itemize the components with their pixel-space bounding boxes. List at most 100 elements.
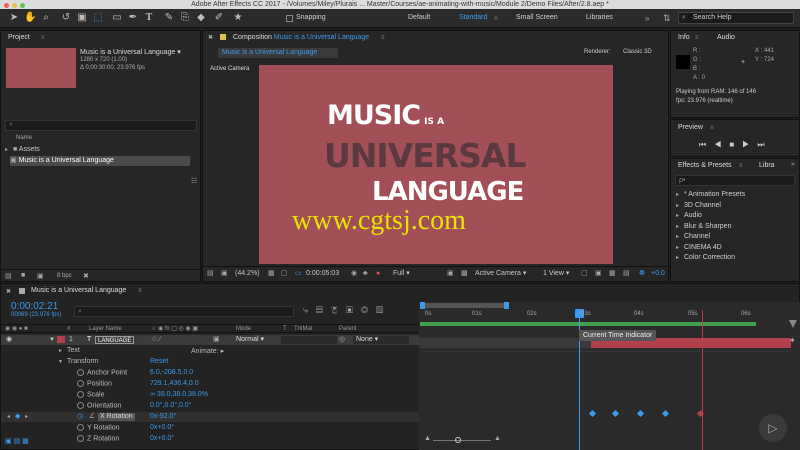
layer-duration-bar-before[interactable] xyxy=(419,338,591,348)
stop-icon[interactable]: ■ xyxy=(729,140,742,149)
effects-presets-tab[interactable]: Effects & Presets xyxy=(678,162,732,169)
layer-name[interactable]: LANGUAGE xyxy=(95,336,135,344)
stopwatch-icon[interactable] xyxy=(77,369,84,376)
column-name-header[interactable]: Name xyxy=(16,135,32,141)
more-workspaces-icon[interactable]: » xyxy=(645,14,649,23)
x-rotation-value[interactable]: 0x-92.0° xyxy=(150,413,176,420)
position-value[interactable]: 729.1,436.4,0.0 xyxy=(150,380,199,387)
new-folder-icon[interactable]: ■ xyxy=(21,272,25,279)
parent-select[interactable]: None ▾ xyxy=(353,336,409,344)
close-icon[interactable]: ✖ xyxy=(208,34,213,41)
keyframe-icon[interactable]: ◆ xyxy=(15,412,20,420)
libraries-tab[interactable]: Libra xyxy=(759,162,775,169)
comp-tab[interactable]: Music is a Universal Language xyxy=(218,48,338,58)
last-frame-icon[interactable]: ⏭ xyxy=(757,140,772,149)
scale-value[interactable]: ∞ 38.0,38.0,38.0% xyxy=(150,391,208,398)
frame-blending-icon[interactable]: ▣ xyxy=(346,305,361,315)
type-tool-icon[interactable]: T xyxy=(143,12,155,24)
brush-tool-icon[interactable]: ✎ xyxy=(163,12,175,24)
more-panels-icon[interactable]: » xyxy=(791,161,795,168)
motion-blur-icon[interactable]: ◎ xyxy=(361,305,376,315)
magnification-icon[interactable]: ▤ xyxy=(207,267,214,281)
zoom-slider[interactable]: ▲ ▲ xyxy=(419,435,749,447)
x-rotation-row[interactable]: ◂ ◆ ▸ ◷ ∠ X Rotation 0x-92.0° xyxy=(1,412,419,422)
y-rotation-value[interactable]: 0x+0.0° xyxy=(150,424,174,431)
stopwatch-icon[interactable] xyxy=(77,424,84,431)
interpret-footage-icon[interactable]: ▤ xyxy=(5,272,12,280)
snapshot-icon[interactable]: ◉ xyxy=(351,267,357,281)
workspace-standard[interactable]: Standard xyxy=(459,14,487,21)
parent-pickwhip-icon[interactable]: ◎ xyxy=(339,335,345,345)
anchor-point-value[interactable]: 6.0,-208.5,0.0 xyxy=(150,369,193,376)
always-preview-icon[interactable]: ▣ xyxy=(221,267,228,281)
hand-tool-icon[interactable]: ✋ xyxy=(24,12,36,24)
timing-toggle-icon[interactable]: ▦ xyxy=(22,438,29,445)
info-tab[interactable]: Info xyxy=(678,34,690,41)
grid-icon[interactable]: ▦ xyxy=(268,267,275,281)
preview-tab[interactable]: Preview xyxy=(678,124,703,131)
workspace-small-screen[interactable]: Small Screen xyxy=(516,14,558,21)
toggle-pixel-aspect-icon[interactable]: ▢ xyxy=(581,267,588,281)
mask-visibility-icon[interactable]: ▢ xyxy=(281,267,288,281)
expand-layer-icon[interactable]: ▼ xyxy=(49,335,55,345)
project-item-comp[interactable]: ▣ Music is a Universal Language xyxy=(10,156,190,166)
effect-color-correction[interactable]: ▸ Color Correction xyxy=(676,254,735,261)
camera-select[interactable]: Active Camera ▾ xyxy=(475,267,526,281)
navigator-start-handle[interactable] xyxy=(420,302,425,309)
transparency-grid-icon[interactable]: ▩ xyxy=(461,267,468,281)
workspace-libraries[interactable]: Libraries xyxy=(586,14,613,21)
zoom-in-icon[interactable]: ▲ xyxy=(494,435,501,442)
search-help-input[interactable]: ⌕ Search Help xyxy=(678,12,794,24)
camera-tool-icon[interactable]: ▣ xyxy=(76,12,88,24)
first-frame-icon[interactable]: ⏮ xyxy=(699,140,714,149)
trkmat-select[interactable] xyxy=(281,336,337,344)
transfer-controls-toggle-icon[interactable]: ▤ xyxy=(14,438,21,445)
shy-layers-icon[interactable]: ☃ xyxy=(331,305,346,315)
transform-reset[interactable]: Reset xyxy=(150,358,168,365)
play-overlay-icon[interactable]: ▷ xyxy=(759,414,787,442)
panel-menu-icon[interactable]: ≡ xyxy=(381,35,385,41)
render-icon[interactable]: ▦ xyxy=(609,267,616,281)
trash-icon[interactable]: ✖ xyxy=(83,272,89,280)
timeline-tab[interactable]: Music is a Universal Language xyxy=(31,287,126,294)
effect-blur-sharpen[interactable]: ▸ Blur & Sharpen xyxy=(676,223,731,230)
workspace-menu-icon[interactable]: ≡ xyxy=(494,16,498,22)
stopwatch-icon[interactable] xyxy=(77,402,84,409)
prev-keyframe-icon[interactable]: ◂ xyxy=(7,413,10,420)
zoom-out-icon[interactable]: ▲ xyxy=(424,435,431,442)
color-channel-icon[interactable]: ● xyxy=(376,267,380,281)
clone-stamp-tool-icon[interactable]: ⎘ xyxy=(179,12,191,24)
graph-editor-icon[interactable]: ▧ xyxy=(376,305,391,315)
effect-animation-presets[interactable]: ▸ * Animation Presets xyxy=(676,191,745,198)
new-comp-icon[interactable]: ▣ xyxy=(37,272,44,280)
project-tab[interactable]: Project xyxy=(8,34,30,41)
previous-frame-icon[interactable]: ◀ xyxy=(714,140,729,149)
reset-exposure-icon[interactable]: ▣ xyxy=(595,267,602,281)
pen-tool-icon[interactable]: ✒ xyxy=(127,12,139,24)
sync-icon[interactable]: ⇅ xyxy=(663,13,671,24)
orientation-value[interactable]: 0.0°,0.0°,0.0° xyxy=(150,402,191,409)
layer-row[interactable]: ◉ ▼ 1 T LANGUAGE ☆ ∕ ▣ Normal ▾ ◎ None ▾ xyxy=(1,335,419,345)
panel-menu-icon[interactable]: ≡ xyxy=(739,163,743,169)
effects-search-input[interactable]: ρ• xyxy=(675,175,795,186)
navigator-end-handle[interactable] xyxy=(504,302,509,309)
audio-tab[interactable]: Audio xyxy=(717,34,735,41)
visibility-icon[interactable]: ◉ xyxy=(6,335,12,345)
stopwatch-icon[interactable] xyxy=(77,391,84,398)
column-layer-name[interactable]: Layer Name xyxy=(89,325,122,333)
3d-layer-icon[interactable]: ▣ xyxy=(213,335,220,345)
exposure-value[interactable]: +0.0 xyxy=(651,267,665,281)
workspace-default[interactable]: Default xyxy=(408,14,430,21)
fast-preview-icon[interactable]: ▣ xyxy=(447,267,454,281)
puppet-tool-icon[interactable]: ★ xyxy=(232,12,244,24)
eraser-tool-icon[interactable]: ◆ xyxy=(195,12,207,24)
effect-cinema-4d[interactable]: ▸ CINEMA 4D xyxy=(676,244,722,251)
renderer-value[interactable]: Classic 3D xyxy=(623,49,652,55)
composition-viewer[interactable]: MUSIC IS A UNIVERSAL LANGUAGE www.cgtsj.c… xyxy=(259,65,613,264)
region-of-interest-icon[interactable]: ▭ xyxy=(295,267,302,281)
zoom-value[interactable]: (44.2%) xyxy=(235,267,260,281)
current-timecode[interactable]: 0:00:02:21 xyxy=(11,301,58,312)
panel-menu-icon[interactable]: ≡ xyxy=(710,125,714,131)
draft-3d-icon[interactable]: ▤ xyxy=(623,267,630,281)
transform-group[interactable]: ▾ Transform xyxy=(59,358,99,365)
